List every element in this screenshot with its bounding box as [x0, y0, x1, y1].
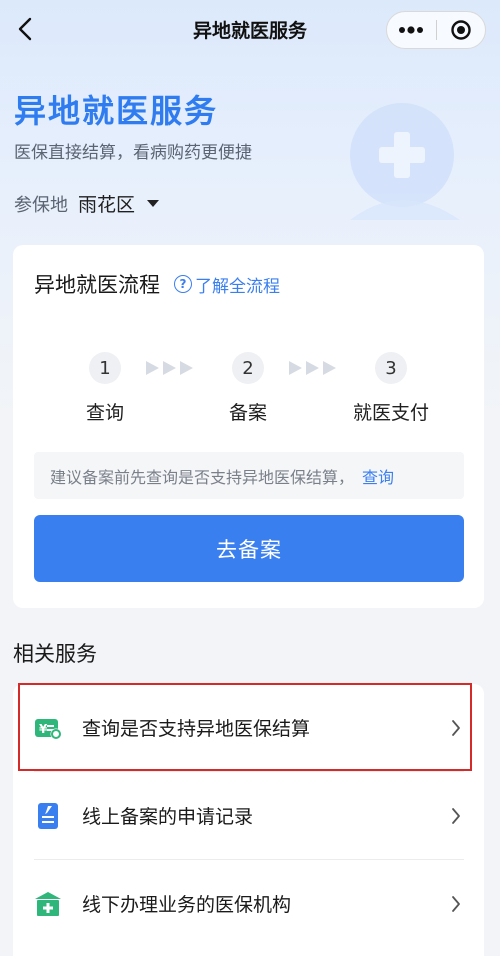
- arrow-right-icon: [163, 361, 176, 375]
- step-label: 备案: [228, 402, 267, 424]
- chevron-right-icon: [448, 807, 464, 824]
- related-services-list: ¥ 查询是否支持异地医保结算 线上备案的申请记录 线下办理业务的医保机构: [13, 684, 484, 956]
- service-item-check-settlement[interactable]: ¥ 查询是否支持异地医保结算: [34, 684, 464, 771]
- service-item-label: 线上备案的申请记录: [82, 806, 254, 828]
- service-item-label: 线下办理业务的医保机构: [82, 894, 292, 916]
- nav-title: 异地就医服务: [192, 19, 307, 42]
- nav-bar: 异地就医服务: [0, 0, 500, 58]
- service-item-label: 查询是否支持异地医保结算: [82, 718, 311, 740]
- arrow-right-icon: [306, 361, 319, 375]
- tip-text: 建议备案前先查询是否支持异地医保结算，: [50, 467, 355, 487]
- document-edit-icon: [34, 802, 62, 830]
- step-arrows: [146, 361, 193, 375]
- step-number: 3: [375, 352, 407, 384]
- more-button[interactable]: [387, 12, 436, 48]
- full-flow-link-text: 了解全流程: [195, 276, 280, 297]
- related-services-title: 相关服务: [13, 642, 97, 666]
- step-label: 就医支付: [352, 402, 429, 424]
- step-number: 1: [89, 352, 121, 384]
- close-mini-program-button[interactable]: [437, 12, 486, 48]
- full-flow-link[interactable]: ? 了解全流程: [174, 272, 280, 297]
- step-number: 2: [232, 352, 264, 384]
- step-label: 查询: [85, 402, 124, 424]
- svg-text:¥: ¥: [39, 722, 48, 736]
- process-title: 异地就医流程: [34, 273, 160, 297]
- chevron-right-icon: [448, 895, 464, 912]
- chevron-left-icon: [18, 17, 32, 41]
- process-card-header: 异地就医流程 ? 了解全流程: [34, 269, 280, 299]
- process-card: 异地就医流程 ? 了解全流程 1 查询 2 备案 3 就医支付 建议备案前先查询…: [13, 245, 484, 608]
- region-label: 参保地: [14, 194, 68, 216]
- go-register-button[interactable]: 去备案: [34, 515, 464, 582]
- caret-down-icon: [147, 200, 160, 207]
- question-circle-icon: ?: [174, 275, 192, 293]
- hospital-icon: [34, 890, 62, 918]
- back-button[interactable]: [12, 16, 38, 42]
- region-value: 雨花区: [78, 194, 136, 216]
- arrow-right-icon: [146, 361, 159, 375]
- medical-cross-decoration-icon: [350, 103, 460, 220]
- more-dots-icon: [399, 26, 424, 34]
- step-arrows: [289, 361, 336, 375]
- step-payment: 3 就医支付: [331, 352, 451, 425]
- tip-query-link[interactable]: 查询: [362, 464, 394, 488]
- hero-title: 异地就医服务: [14, 92, 219, 130]
- arrow-right-icon: [289, 361, 302, 375]
- region-selector[interactable]: 参保地 雨花区: [14, 190, 160, 217]
- target-circle-icon: [451, 20, 471, 40]
- hero-subtitle: 医保直接结算，看病购药更便捷: [14, 143, 252, 163]
- chevron-right-icon: [448, 719, 464, 736]
- service-item-offline-institutions[interactable]: 线下办理业务的医保机构: [34, 860, 464, 947]
- tip-box: 建议备案前先查询是否支持异地医保结算， 查询: [34, 452, 464, 499]
- service-item-online-records[interactable]: 线上备案的申请记录: [34, 772, 464, 859]
- settlement-check-icon: ¥: [34, 714, 62, 742]
- mini-program-capsule: [386, 11, 486, 49]
